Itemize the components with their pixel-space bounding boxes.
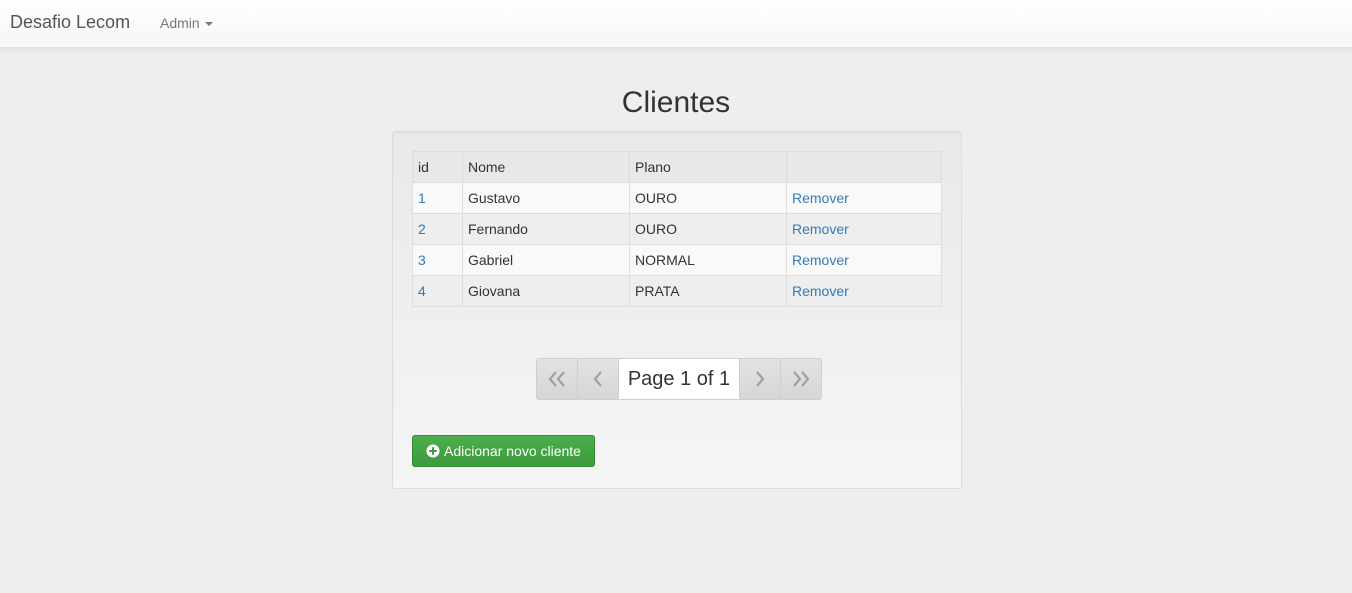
- header-actions: [786, 151, 942, 183]
- pagination: Page 1 of 1: [536, 358, 822, 400]
- cell-id: 2: [412, 213, 463, 245]
- cell-nome: Gabriel: [462, 244, 630, 276]
- cell-id: 3: [412, 244, 463, 276]
- table-row: 2 Fernando OURO Remover: [412, 213, 942, 245]
- page-indicator: Page 1 of 1: [619, 359, 740, 399]
- table-header-row: id Nome Plano: [412, 151, 942, 183]
- prev-page-button[interactable]: [578, 359, 619, 399]
- header-nome[interactable]: Nome: [462, 151, 630, 183]
- page-title: Clientes: [621, 86, 731, 119]
- chevron-right-icon: [756, 371, 765, 387]
- next-page-button[interactable]: [740, 359, 781, 399]
- clients-table: id Nome Plano 1 Gustavo OURO Remover 2 F…: [412, 151, 942, 307]
- cell-action: Remover: [786, 244, 942, 276]
- cell-action: Remover: [786, 182, 942, 214]
- header-plano[interactable]: Plano: [629, 151, 787, 183]
- plus-circle-icon: [426, 444, 440, 458]
- remove-link[interactable]: Remover: [792, 283, 849, 299]
- cell-id: 4: [412, 275, 463, 307]
- table-row: 1 Gustavo OURO Remover: [412, 182, 942, 214]
- chevron-left-icon: [593, 371, 602, 387]
- client-id-link[interactable]: 3: [418, 252, 426, 268]
- cell-plano: OURO: [629, 213, 787, 245]
- cell-id: 1: [412, 182, 463, 214]
- table-row: 3 Gabriel NORMAL Remover: [412, 244, 942, 276]
- table-row: 4 Giovana PRATA Remover: [412, 275, 942, 307]
- header-id[interactable]: id: [412, 151, 463, 183]
- add-client-button[interactable]: Adicionar novo cliente: [412, 435, 595, 467]
- last-page-button[interactable]: [781, 359, 821, 399]
- caret-down-icon: [204, 22, 213, 27]
- admin-dropdown[interactable]: Admin: [160, 15, 213, 31]
- remove-link[interactable]: Remover: [792, 221, 849, 237]
- first-page-button[interactable]: [537, 359, 578, 399]
- cell-nome: Fernando: [462, 213, 630, 245]
- navbar: Desafio Lecom Admin: [0, 0, 1352, 48]
- cell-nome: Gustavo: [462, 182, 630, 214]
- cell-action: Remover: [786, 213, 942, 245]
- client-id-link[interactable]: 2: [418, 221, 426, 237]
- clients-panel: id Nome Plano 1 Gustavo OURO Remover 2 F…: [392, 131, 962, 489]
- remove-link[interactable]: Remover: [792, 252, 849, 268]
- cell-plano: NORMAL: [629, 244, 787, 276]
- cell-nome: Giovana: [462, 275, 630, 307]
- remove-link[interactable]: Remover: [792, 190, 849, 206]
- client-id-link[interactable]: 1: [418, 190, 426, 206]
- cell-plano: OURO: [629, 182, 787, 214]
- brand-link[interactable]: Desafio Lecom: [10, 12, 130, 33]
- double-chevron-right-icon: [793, 371, 810, 387]
- client-id-link[interactable]: 4: [418, 283, 426, 299]
- cell-action: Remover: [786, 275, 942, 307]
- add-client-label: Adicionar novo cliente: [444, 443, 581, 459]
- double-chevron-left-icon: [548, 371, 565, 387]
- admin-dropdown-label: Admin: [160, 15, 200, 31]
- cell-plano: PRATA: [629, 275, 787, 307]
